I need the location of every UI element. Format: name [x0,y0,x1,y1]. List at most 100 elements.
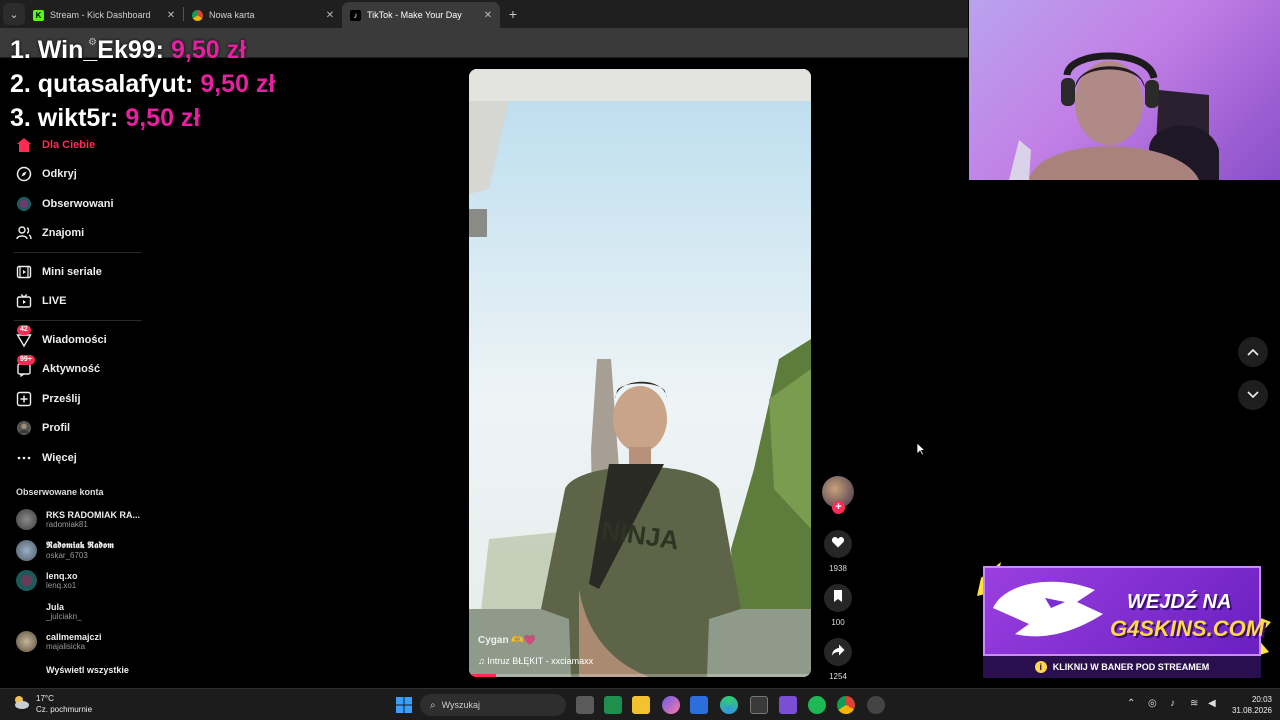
save-button[interactable] [824,584,852,612]
chrome-icon [192,9,203,21]
nav-label: Aktywność [42,363,101,376]
followed-account[interactable]: Jula _julciakn_ [0,596,150,627]
system-clock[interactable]: 20:03 31.08.2026 [1228,694,1272,716]
video-author-caption[interactable]: Cygan 🫶💗 [478,635,536,646]
banner-cta: KLIKNIJ W BANER POD STREAMEM [1052,662,1210,672]
nav-live[interactable]: LIVE [0,287,150,317]
close-tab-icon[interactable]: ✕ [165,10,177,21]
tab-kick-dashboard[interactable]: K Stream - Kick Dashboard ✕ [25,2,183,28]
donor-name: 3. wikt5r: [10,104,119,132]
account-name: Jula [46,601,65,612]
nav-messages[interactable]: 42 Wiadomości [0,325,150,355]
file-explorer-icon[interactable] [632,696,650,714]
music-label[interactable]: ♫ Intruz BŁĘKIT - xxciamaxx [478,656,593,666]
save-count: 100 [831,618,845,627]
nav-upload[interactable]: Prześlij [0,384,150,414]
sheets-app-icon[interactable] [604,696,622,714]
share-count: 1254 [829,672,847,681]
tiktok-icon: ♪ [350,9,361,21]
taskbar-search[interactable]: ⌕ Wyszukaj [420,694,566,716]
chrome-icon[interactable] [837,696,855,714]
weather-temp: 17°C [36,694,54,703]
nav-activity[interactable]: 99+ Aktywność [0,354,150,385]
nav-divider [14,252,142,253]
tab-new-tab[interactable]: Nowa karta ✕ [184,2,342,28]
nav-following[interactable]: Obserwowani [0,189,150,219]
tray-chevron-up-icon[interactable]: ⌃ [1127,698,1135,709]
webcam-frame [1009,52,1219,180]
windows-start-icon[interactable] [395,696,413,714]
screen: ⌄ K Stream - Kick Dashboard ✕ Nowa karta… [0,0,1280,720]
account-avatar [16,570,37,592]
compass-icon [16,166,32,182]
video-actions: + 1938 100 1254 [820,476,856,684]
banner-domain: G4SKINS.COM [1110,616,1265,641]
close-tab-icon[interactable]: ✕ [482,10,494,21]
tab-tiktok[interactable]: ♪ TikTok - Make Your Day ✕ [342,2,500,28]
followed-account[interactable]: callmemajczi majalisicka [0,627,150,658]
video-player[interactable]: NINJA Cygan 🫶💗 ♫ Intruz BŁĘKIT - xxciama… [469,69,811,677]
nav-profile[interactable]: Profil [0,414,150,444]
banner-panel: WEJDŹ NA G4SKINS.COM [983,566,1265,656]
edge-icon[interactable] [720,696,738,714]
nav-more[interactable]: Więcej [0,443,150,473]
followed-account[interactable]: RKS RADOMIAK RA... radomiak81 [0,505,150,536]
app-icon[interactable] [867,696,885,714]
live-tv-icon [16,293,32,309]
store-icon[interactable] [750,696,768,714]
donation-amount: 9,50 zł [200,70,276,98]
close-tab-icon[interactable]: ✕ [324,10,336,21]
copilot-icon[interactable] [662,696,680,714]
nav-label: Więcej [42,451,77,464]
creator-avatar[interactable]: + [822,476,854,514]
heart-icon [831,535,845,554]
share-arrow-icon [831,643,845,662]
nav-friends[interactable]: Znajomi [0,219,150,249]
like-button[interactable] [824,530,852,558]
sponsor-banner[interactable]: WEJDŹ NA G4SKINS.COM i KLIKNIJ W BANER P… [973,560,1273,682]
account-name: lenq.xo [46,571,78,582]
video-progress-bar[interactable] [469,674,811,677]
app-icon[interactable] [690,696,708,714]
spotify-icon[interactable] [808,696,826,714]
new-tab-button[interactable]: + [502,6,524,22]
account-avatar [16,631,37,653]
tab-title: Stream - Kick Dashboard [50,10,151,20]
clock-time: 20:03 [1251,695,1272,704]
notification-badge: 99+ [17,354,35,365]
account-name: callmemajczi [46,632,102,643]
nav-mini-series[interactable]: Mini seriale [0,257,150,287]
tray-app-icon[interactable]: ◎ [1148,698,1157,709]
donor-name: 2. qutasalafyut: [10,70,194,98]
weather-widget[interactable]: 17°C Cz. pochmurnie [12,693,92,715]
nav-label: Prześlij [42,392,81,405]
profile-avatar-icon [16,420,32,436]
volume-icon[interactable]: ◀ [1208,698,1216,709]
banner-strip: i KLIKNIJ W BANER POD STREAMEM [983,656,1261,678]
previous-video-button[interactable] [1238,337,1268,367]
account-name: RKS RADOMIAK RA... [46,510,140,521]
microphone-icon[interactable]: ♪ [1170,698,1175,709]
followed-account[interactable]: lenq.xo lenq.xo1 [0,566,150,597]
search-icon: ⌕ [430,699,436,711]
follow-plus-icon[interactable]: + [832,501,845,514]
nav-label: LIVE [42,295,67,308]
account-avatar [16,539,37,561]
friends-icon [16,225,32,241]
next-video-button[interactable] [1238,380,1268,410]
task-view-icon[interactable] [576,696,594,714]
wifi-icon[interactable]: ≋ [1190,698,1198,709]
tiktok-sidebar: Dla Ciebie Odkryj Obserwowani Znajomi Mi… [0,130,150,675]
account-avatar [16,600,37,622]
followed-account[interactable]: 𝕽𝖆𝖉𝖔𝖒𝖎𝖆𝖐 𝕽𝖆𝖉𝖔𝖒 oskar_6703 [0,535,150,566]
account-name: 𝕽𝖆𝖉𝖔𝖒𝖎𝖆𝖐 𝕽𝖆𝖉𝖔𝖒 [46,540,115,551]
nav-explore[interactable]: Odkryj [0,160,150,190]
tab-title: TikTok - Make Your Day [367,10,462,20]
app-icon[interactable] [779,696,797,714]
chevron-up-icon [1247,343,1259,361]
share-button[interactable] [824,638,852,666]
see-all-link[interactable]: Wyświetl wszystkie [0,665,150,675]
leaderboard-row: 2. qutasalafyut: 9,50 zł [10,67,275,101]
tab-search-button[interactable]: ⌄ [3,3,25,25]
nav-label: Mini seriale [42,265,102,278]
